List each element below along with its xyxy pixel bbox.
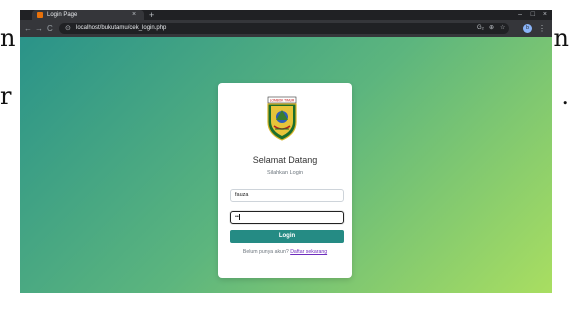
welcome-title: Selamat Datang: [252, 155, 318, 165]
page-viewport: LOMBOK TIMUR Selamat Datang Silahkan Log…: [20, 37, 552, 293]
username-field[interactable]: fauza: [230, 189, 344, 202]
login-subtitle: Silahkan Login: [266, 170, 304, 176]
tab-close-icon[interactable]: ×: [132, 10, 136, 20]
document-text-fragment: n: [0, 24, 16, 52]
url-text[interactable]: localhost/bukutamu/cek_login.php: [76, 23, 166, 34]
favicon-icon: [37, 12, 43, 18]
zoom-icon[interactable]: ⊕: [489, 23, 494, 34]
bookmark-star-icon[interactable]: ☆: [500, 23, 505, 34]
forward-button[interactable]: →: [35, 20, 43, 37]
back-button[interactable]: ←: [24, 20, 32, 37]
register-link[interactable]: Daftar sekarang: [290, 249, 327, 255]
regency-emblem-logo: LOMBOK TIMUR: [267, 96, 297, 141]
maximize-button[interactable]: □: [531, 10, 535, 20]
close-window-button[interactable]: ×: [543, 10, 547, 20]
password-mask: ••: [235, 214, 239, 220]
new-tab-button[interactable]: +: [149, 10, 154, 20]
document-text-fragment: r: [0, 82, 12, 110]
register-prompt: Belum punya akun? Daftar sekarang: [218, 249, 352, 255]
tab-title: Login Page: [47, 12, 78, 18]
browser-toolbar: ← → C ⊙ localhost/bukutamu/cek_login.php…: [20, 20, 552, 37]
tab-bar: Login Page × + – □ ×: [20, 10, 552, 20]
register-text: Belum punya akun?: [242, 249, 291, 255]
site-info-icon[interactable]: ⊙: [65, 24, 71, 33]
reload-button[interactable]: C: [47, 20, 53, 37]
document-text-fragment: .: [561, 82, 569, 110]
tab-login-page[interactable]: Login Page ×: [32, 10, 144, 20]
password-field[interactable]: ••: [230, 211, 344, 224]
document-text-fragment: n: [553, 24, 569, 52]
login-card: LOMBOK TIMUR Selamat Datang Silahkan Log…: [218, 83, 352, 278]
browser-menu-icon[interactable]: ⋮: [538, 20, 546, 37]
logo-banner-text: LOMBOK TIMUR: [270, 99, 295, 103]
text-caret: [239, 213, 240, 220]
translate-icon[interactable]: G₂: [477, 23, 484, 34]
address-bar[interactable]: ⊙ localhost/bukutamu/cek_login.php G₂ ⊕ …: [59, 23, 509, 34]
login-button[interactable]: Login: [230, 230, 344, 243]
minimize-button[interactable]: –: [518, 10, 522, 20]
browser-window: Login Page × + – □ × ← → C ⊙ localhost/b…: [20, 10, 552, 293]
profile-avatar[interactable]: b: [523, 24, 532, 33]
